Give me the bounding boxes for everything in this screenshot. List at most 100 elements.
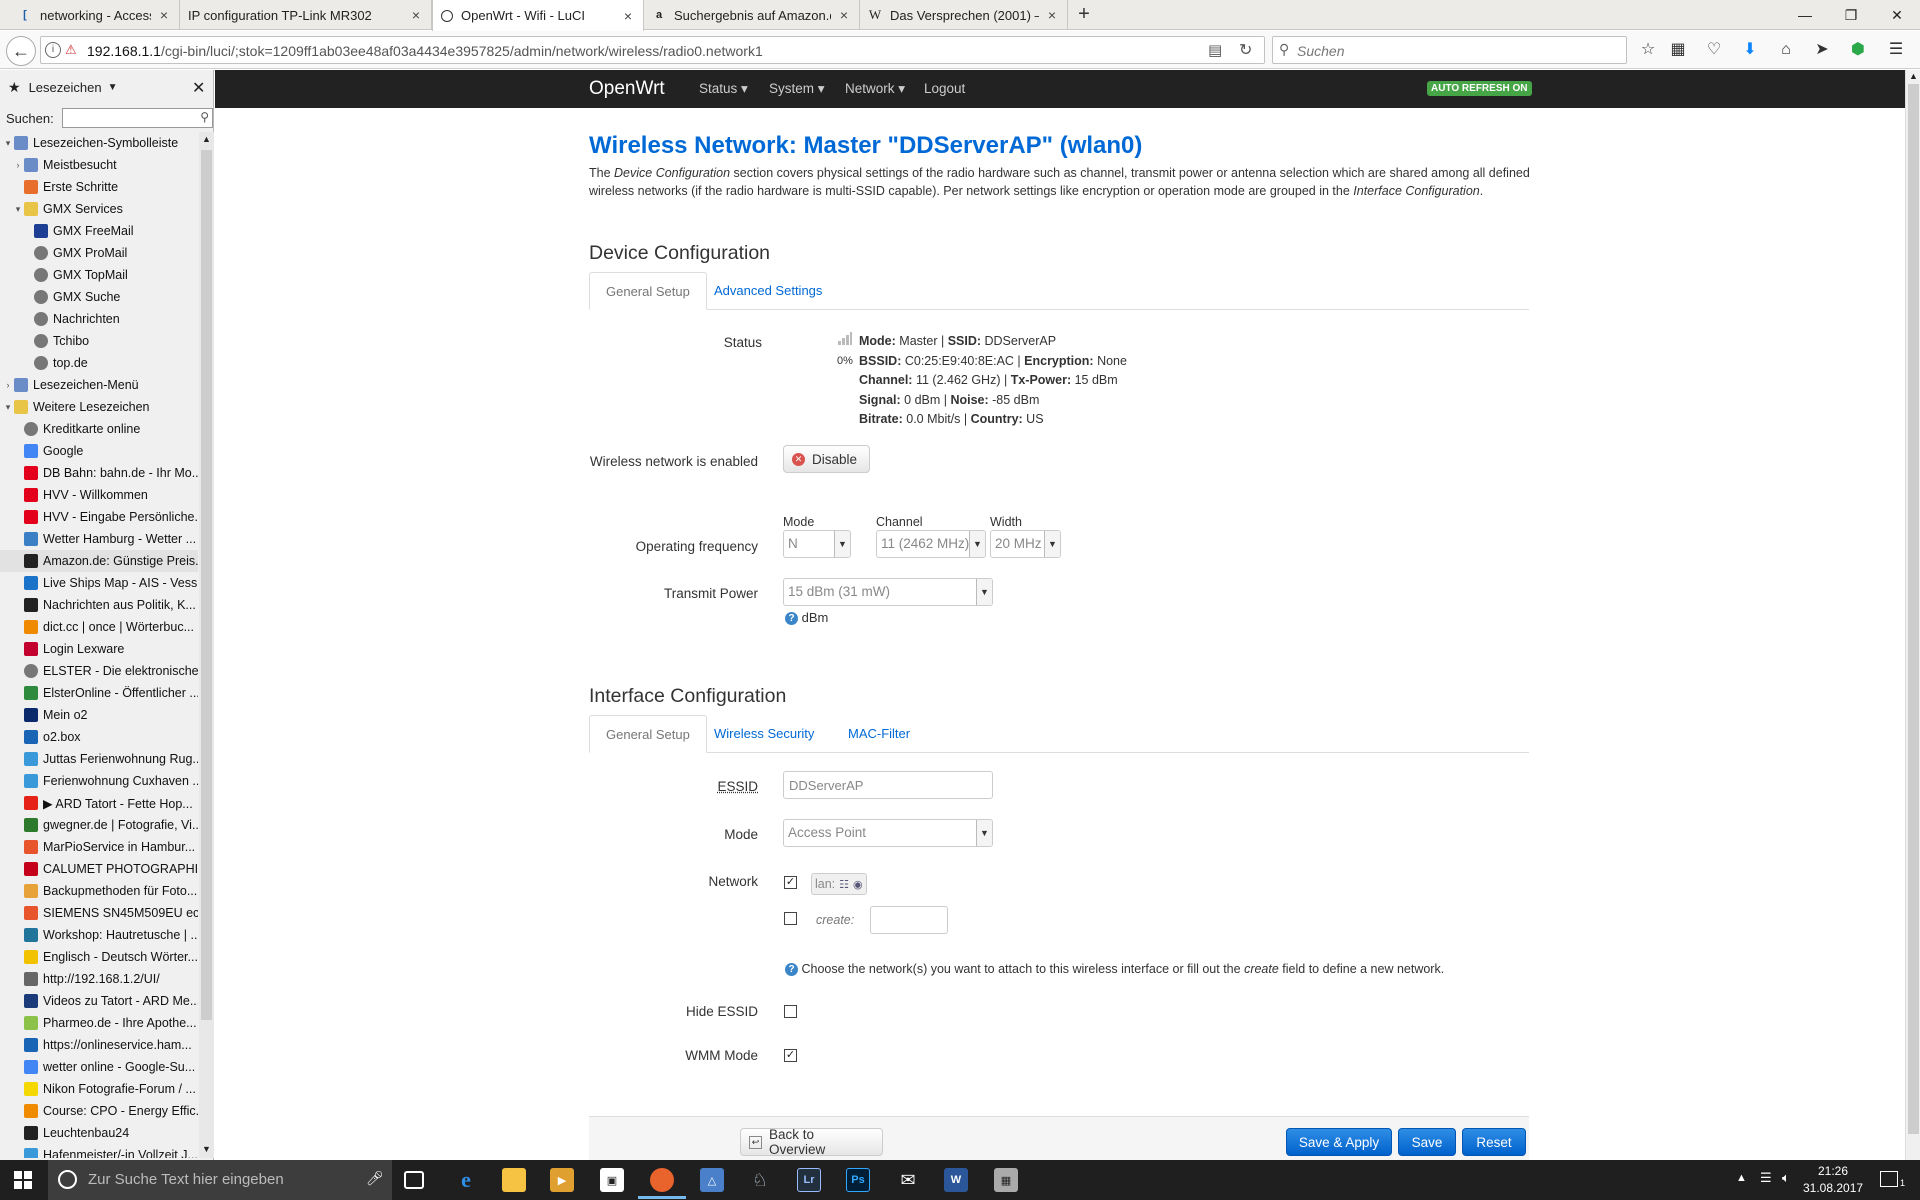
mail-icon[interactable]: ✉ <box>896 1168 920 1192</box>
bookmark-item[interactable]: Nachrichten aus Politik, K... <box>0 594 198 616</box>
windows-start-icon[interactable] <box>14 1171 32 1189</box>
scroll-up-icon[interactable]: ▲ <box>1909 71 1918 81</box>
nav-system[interactable]: System ▾ <box>769 81 825 97</box>
close-tab-icon[interactable]: × <box>409 8 423 22</box>
bookmark-item[interactable]: ▶ ARD Tatort - Fette Hop... <box>0 792 198 814</box>
browser-tab[interactable]: IP configuration TP-Link MR302 × <box>180 0 432 30</box>
twisty-icon[interactable]: › <box>12 160 24 170</box>
tray-chevron-icon[interactable]: ▲ <box>1736 1172 1747 1184</box>
wmm-mode-checkbox[interactable]: ✓ <box>784 1049 797 1062</box>
extension-icon[interactable]: ⬢ <box>1846 39 1870 61</box>
bookmark-item[interactable]: Live Ships Map - AIS - Vess... <box>0 572 198 594</box>
scrollbar-thumb[interactable] <box>1908 84 1919 1134</box>
microphone-icon[interactable]: 🎤︎ <box>366 1170 384 1187</box>
bookmark-item[interactable]: wetter online - Google-Su... <box>0 1056 198 1078</box>
bookmark-search-input[interactable]: ⚲ <box>61 108 213 128</box>
app-icon[interactable]: ♘ <box>748 1168 772 1192</box>
close-tab-icon[interactable]: × <box>1045 8 1059 22</box>
tab-mac-filter[interactable]: MAC-Filter <box>832 715 926 753</box>
save-apply-button[interactable]: Save & Apply <box>1286 1128 1392 1156</box>
chevron-down-icon[interactable]: ▼ <box>108 82 118 93</box>
bookmark-item[interactable]: top.de <box>0 352 198 374</box>
twisty-icon[interactable]: ▾ <box>2 138 14 149</box>
bookmark-item[interactable]: gwegner.de | Fotografie, Vi... <box>0 814 198 836</box>
word-icon[interactable]: W <box>944 1168 968 1192</box>
bookmark-item[interactable]: o2.box <box>0 726 198 748</box>
bookmark-item[interactable]: DB Bahn: bahn.de - Ihr Mo... <box>0 462 198 484</box>
minimize-icon[interactable]: — <box>1782 0 1828 30</box>
twisty-icon[interactable]: ▾ <box>12 204 24 215</box>
notification-icon[interactable]: 1 <box>1880 1171 1905 1188</box>
system-clock[interactable]: 21:26 31.08.2017 <box>1803 1163 1863 1197</box>
url-bar[interactable]: i ⚠ 192.168.1.1/cgi-bin/luci/;stok=1209f… <box>40 36 1265 64</box>
photoshop-icon[interactable]: Ps <box>846 1168 870 1192</box>
bookmark-star-icon[interactable]: ☆ <box>1636 39 1660 61</box>
reader-view-icon[interactable]: ▤ <box>1208 41 1222 59</box>
lan-checkbox[interactable]: ✓ <box>784 876 797 889</box>
bookmark-item[interactable]: SIEMENS SN45M509EU ec... <box>0 902 198 924</box>
bookmark-item[interactable]: Kreditkarte online <box>0 418 198 440</box>
insecure-lock-icon[interactable]: ⚠ <box>65 42 77 58</box>
bookmark-item[interactable]: › Meistbesucht <box>0 154 198 176</box>
bookmark-item[interactable]: Englisch - Deutsch Wörter... <box>0 946 198 968</box>
create-checkbox[interactable] <box>784 912 797 925</box>
browser-tab[interactable]: W Das Versprechen (2001) – Wik × <box>860 0 1068 30</box>
bookmark-item[interactable]: ▾ GMX Services <box>0 198 198 220</box>
bookmark-item[interactable]: GMX TopMail <box>0 264 198 286</box>
bookmark-item[interactable]: GMX ProMail <box>0 242 198 264</box>
bookmark-item[interactable]: ElsterOnline - Öffentlicher ... <box>0 682 198 704</box>
taskbar-search[interactable]: Zur Suche Text hier eingeben 🎤︎ <box>48 1160 392 1200</box>
sidebar-scrollbar[interactable]: ▲ ▼ <box>199 132 214 1158</box>
back-to-overview-button[interactable]: ↩ Back to Overview <box>740 1127 883 1157</box>
tab-general-setup[interactable]: General Setup <box>589 715 707 753</box>
width-select[interactable]: 20 MHz ▼ <box>990 530 1061 558</box>
bookmark-item[interactable]: HVV - Willkommen <box>0 484 198 506</box>
bookmark-item[interactable]: Wetter Hamburg - Wetter ... <box>0 528 198 550</box>
bookmark-item[interactable]: GMX Suche <box>0 286 198 308</box>
bookmark-item[interactable]: http://192.168.1.2/UI/ <box>0 968 198 990</box>
browser-tab-active[interactable]: OpenWrt - Wifi - LuCI × <box>432 0 644 31</box>
nav-logout[interactable]: Logout <box>924 81 965 96</box>
network-app-icon[interactable]: ▦ <box>994 1168 1018 1192</box>
close-tab-icon[interactable]: × <box>157 8 171 22</box>
search-bar[interactable]: ⚲ Suchen <box>1272 36 1627 64</box>
photos-icon[interactable]: △ <box>700 1168 724 1192</box>
close-window-icon[interactable]: ✕ <box>1874 0 1920 30</box>
tab-advanced-settings[interactable]: Advanced Settings <box>698 272 838 310</box>
bookmark-item[interactable]: Juttas Ferienwohnung Rug... <box>0 748 198 770</box>
reset-button[interactable]: Reset <box>1462 1128 1526 1156</box>
bookmark-item[interactable]: Login Lexware <box>0 638 198 660</box>
disable-button[interactable]: ✕ Disable <box>783 445 870 473</box>
scrollbar-thumb[interactable] <box>201 150 212 1020</box>
close-tab-icon[interactable]: × <box>837 8 851 22</box>
sidebar-title[interactable]: Lesezeichen <box>29 80 102 95</box>
scroll-up-icon[interactable]: ▲ <box>202 134 211 144</box>
browser-tab[interactable]: a Suchergebnis auf Amazon.de × <box>644 0 860 30</box>
close-sidebar-icon[interactable]: ✕ <box>192 78 205 98</box>
pocket-icon[interactable]: ♡ <box>1702 39 1726 61</box>
bookmark-item[interactable]: Videos zu Tatort - ARD Me... <box>0 990 198 1012</box>
interface-mode-select[interactable]: Access Point ▼ <box>783 819 993 847</box>
reload-icon[interactable]: ↻ <box>1239 40 1252 60</box>
essid-input[interactable]: DDServerAP <box>783 771 993 799</box>
transmit-power-select[interactable]: 15 dBm (31 mW) ▼ <box>783 578 993 606</box>
channel-select[interactable]: 11 (2462 MHz) ▼ <box>876 530 986 558</box>
media-icon[interactable]: ▶ <box>550 1168 574 1192</box>
bookmark-item[interactable]: HVV - Eingabe Persönliche... <box>0 506 198 528</box>
edge-icon[interactable]: e <box>454 1167 478 1192</box>
info-icon[interactable]: i <box>45 42 61 58</box>
bookmark-item[interactable]: Nachrichten <box>0 308 198 330</box>
twisty-icon[interactable]: ▾ <box>2 402 14 413</box>
tray-network-icon[interactable]: ☰ <box>1760 1170 1772 1186</box>
bookmark-item[interactable]: ELSTER - Die elektronische... <box>0 660 198 682</box>
store-icon[interactable]: ▣ <box>600 1168 624 1192</box>
file-explorer-icon[interactable] <box>502 1168 526 1192</box>
close-tab-icon[interactable]: × <box>621 9 635 23</box>
new-tab-button[interactable]: + <box>1073 4 1095 26</box>
nav-network[interactable]: Network ▾ <box>845 81 905 97</box>
bookmark-item[interactable]: Leuchtenbau24 <box>0 1122 198 1144</box>
maximize-icon[interactable]: ❐ <box>1828 0 1874 30</box>
bookmark-item[interactable]: CALUMET PHOTOGRAPHI... <box>0 858 198 880</box>
nav-status[interactable]: Status ▾ <box>699 81 748 97</box>
bookmark-item[interactable]: Nikon Fotografie-Forum / ... <box>0 1078 198 1100</box>
